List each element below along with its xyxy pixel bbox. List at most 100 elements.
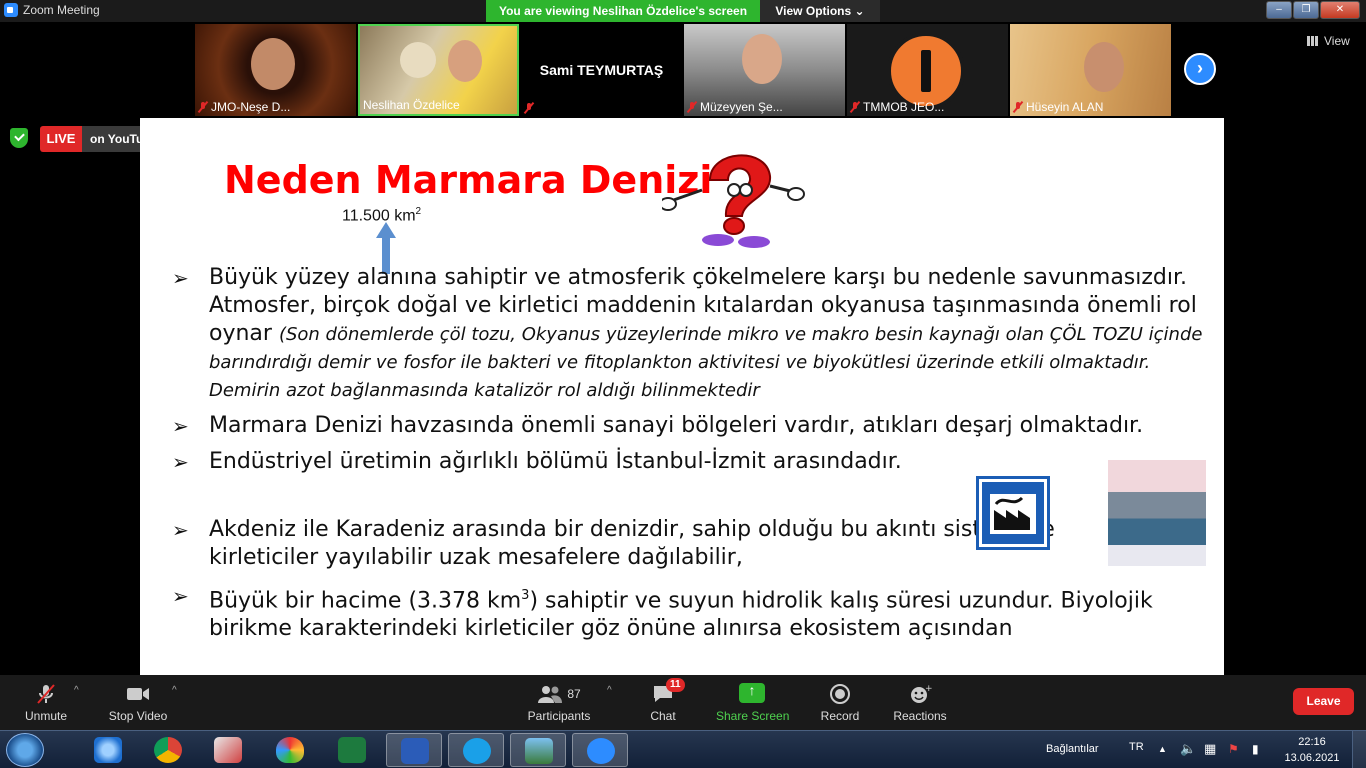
taskbar-zoom[interactable]: [572, 733, 628, 767]
shared-screen-slide: Neden Marmara Denizi 11.500 km2 ➢ Büyük …: [140, 118, 1224, 675]
reactions-button[interactable]: + Reactions: [892, 683, 948, 723]
mic-muted-icon: [22, 683, 70, 705]
tray-clock[interactable]: 22:16 13.06.2021: [1282, 734, 1342, 766]
participant-video: [400, 42, 436, 78]
pollution-illustration-icon: [1108, 460, 1206, 566]
windows-start-icon[interactable]: [6, 733, 44, 767]
chat-bubble-icon: 11: [642, 678, 685, 705]
participant-video: [251, 38, 295, 90]
bullet-arrow-icon: ➢: [172, 414, 189, 438]
taskbar-skype[interactable]: [448, 733, 504, 767]
tray-language[interactable]: TR: [1129, 731, 1144, 768]
taskbar-snipping-tool[interactable]: [200, 733, 256, 767]
taskbar-photo-viewer[interactable]: [510, 733, 566, 767]
excel-icon: [338, 737, 366, 763]
grid-view-icon: [1307, 36, 1319, 46]
participant-name: JMO-Neşe D...: [211, 100, 291, 114]
participant-name: Neslihan Özdelice: [363, 98, 460, 112]
view-button[interactable]: View: [1307, 34, 1350, 48]
participants-count: 87: [567, 687, 581, 701]
app-title-area: Zoom Meeting: [4, 3, 100, 17]
bullet-item: ➢ Akdeniz ile Karadeniz arasında bir den…: [172, 517, 1055, 570]
participant-tile[interactable]: Müzeyyen Şe...: [684, 24, 845, 116]
participant-name: Hüseyin ALAN: [1026, 100, 1104, 114]
meeting-toolbar: Unmute ^ Stop Video ^ 87 Participants ^ …: [0, 675, 1366, 730]
participant-video: [742, 34, 782, 84]
taskbar-excel[interactable]: [324, 733, 380, 767]
question-mark-character-icon: [662, 154, 805, 248]
maximize-button[interactable]: ❐: [1293, 1, 1319, 19]
bullet-item: ➢ Büyük bir hacime (3.378 km3) sahiptir …: [172, 584, 1153, 642]
minimize-button[interactable]: –: [1266, 1, 1292, 19]
slide-title: Neden Marmara Denizi: [224, 158, 713, 202]
photo-viewer-icon: [525, 738, 553, 764]
security-shield-icon[interactable]: [10, 128, 28, 148]
record-button[interactable]: Record: [818, 683, 862, 723]
participants-button[interactable]: 87 Participants: [524, 683, 594, 723]
speaker-icon[interactable]: 🔈: [1180, 731, 1196, 768]
word-icon: [401, 738, 429, 764]
video-options-chevron-icon[interactable]: ^: [172, 685, 177, 696]
bullet-item: ➢ Marmara Denizi havzasında önemli sanay…: [172, 413, 1144, 438]
taskbar-paint[interactable]: [262, 733, 318, 767]
participant-tile[interactable]: Hüseyin ALAN: [1010, 24, 1171, 116]
chat-unread-badge: 11: [666, 678, 685, 692]
record-icon: [818, 683, 862, 705]
participants-icon: 87: [524, 683, 594, 705]
leave-button[interactable]: Leave: [1293, 688, 1354, 715]
chrome-icon: [154, 737, 182, 763]
zoom-logo-icon: [4, 3, 18, 17]
mic-muted-icon: [687, 101, 697, 113]
show-desktop-button[interactable]: [1352, 731, 1366, 768]
taskbar-word[interactable]: [386, 733, 442, 767]
stop-video-button[interactable]: Stop Video: [106, 683, 170, 723]
next-page-arrow-icon[interactable]: ›: [1184, 53, 1216, 85]
audio-options-chevron-icon[interactable]: ^: [74, 685, 79, 696]
tmmob-logo-icon: [887, 32, 965, 110]
skype-icon: [463, 738, 491, 764]
bullet-item: ➢ Büyük yüzey alanına sahiptir ve atmosf…: [172, 265, 1203, 401]
participants-options-chevron-icon[interactable]: ^: [607, 685, 612, 696]
chat-button[interactable]: 11 Chat: [642, 678, 685, 723]
bullet-arrow-icon: ➢: [172, 518, 189, 542]
scissors-icon: [214, 737, 242, 763]
network-icon[interactable]: ▦: [1204, 731, 1216, 768]
slide-bullet-list: ➢ Büyük yüzey alanına sahiptir ve atmosf…: [172, 264, 1212, 643]
participant-name: Müzeyyen Şe...: [700, 100, 783, 114]
bullet-item: ➢ Endüstriyel üretimin ağırlıklı bölümü …: [172, 449, 902, 474]
participant-video: [1084, 42, 1124, 92]
participant-tile[interactable]: Sami TEYMURTAŞ: [521, 24, 682, 116]
bullet-arrow-icon: ➢: [172, 584, 189, 608]
svg-text:+: +: [925, 684, 932, 694]
tray-expand-icon[interactable]: ▲: [1158, 731, 1167, 768]
window-titlebar: Zoom Meeting You are viewing Neslihan Öz…: [0, 0, 1366, 22]
clock-date: 13.06.2021: [1284, 752, 1340, 764]
participant-name: TMMOB JEO...: [863, 100, 945, 114]
mic-muted-icon: [524, 102, 534, 114]
view-options-button[interactable]: View Options ⌄: [760, 0, 880, 22]
participant-video-strip: JMO-Neşe D... Neslihan Özdelice Sami TEY…: [0, 22, 1366, 118]
live-badge: LIVE: [40, 126, 82, 152]
reactions-smiley-icon: +: [892, 683, 948, 705]
mic-muted-icon: [1013, 101, 1023, 113]
chevron-down-icon: ⌄: [854, 4, 865, 18]
bullet-arrow-icon: ➢: [172, 450, 189, 474]
battery-icon[interactable]: ▮: [1252, 731, 1259, 768]
mic-muted-icon: [850, 101, 860, 113]
share-screen-icon: [739, 682, 765, 703]
taskbar-chrome[interactable]: [140, 733, 196, 767]
window-controls: – ❐ ✕: [1266, 1, 1360, 19]
bullet-arrow-icon: ➢: [172, 266, 189, 290]
action-center-flag-icon[interactable]: ⚑: [1228, 731, 1239, 768]
unmute-button[interactable]: Unmute: [22, 683, 70, 723]
taskbar-internet-explorer[interactable]: [80, 733, 136, 767]
video-camera-icon: [106, 683, 170, 705]
window-title: Zoom Meeting: [23, 3, 100, 17]
tray-connections[interactable]: Bağlantılar: [1046, 731, 1099, 768]
participant-tile-active-speaker[interactable]: Neslihan Özdelice: [358, 24, 519, 116]
close-button[interactable]: ✕: [1320, 1, 1360, 19]
zoom-icon: [587, 738, 615, 764]
participant-tile[interactable]: JMO-Neşe D...: [195, 24, 356, 116]
participant-tile[interactable]: TMMOB JEO...: [847, 24, 1008, 116]
share-screen-button[interactable]: Share Screen: [716, 682, 789, 723]
